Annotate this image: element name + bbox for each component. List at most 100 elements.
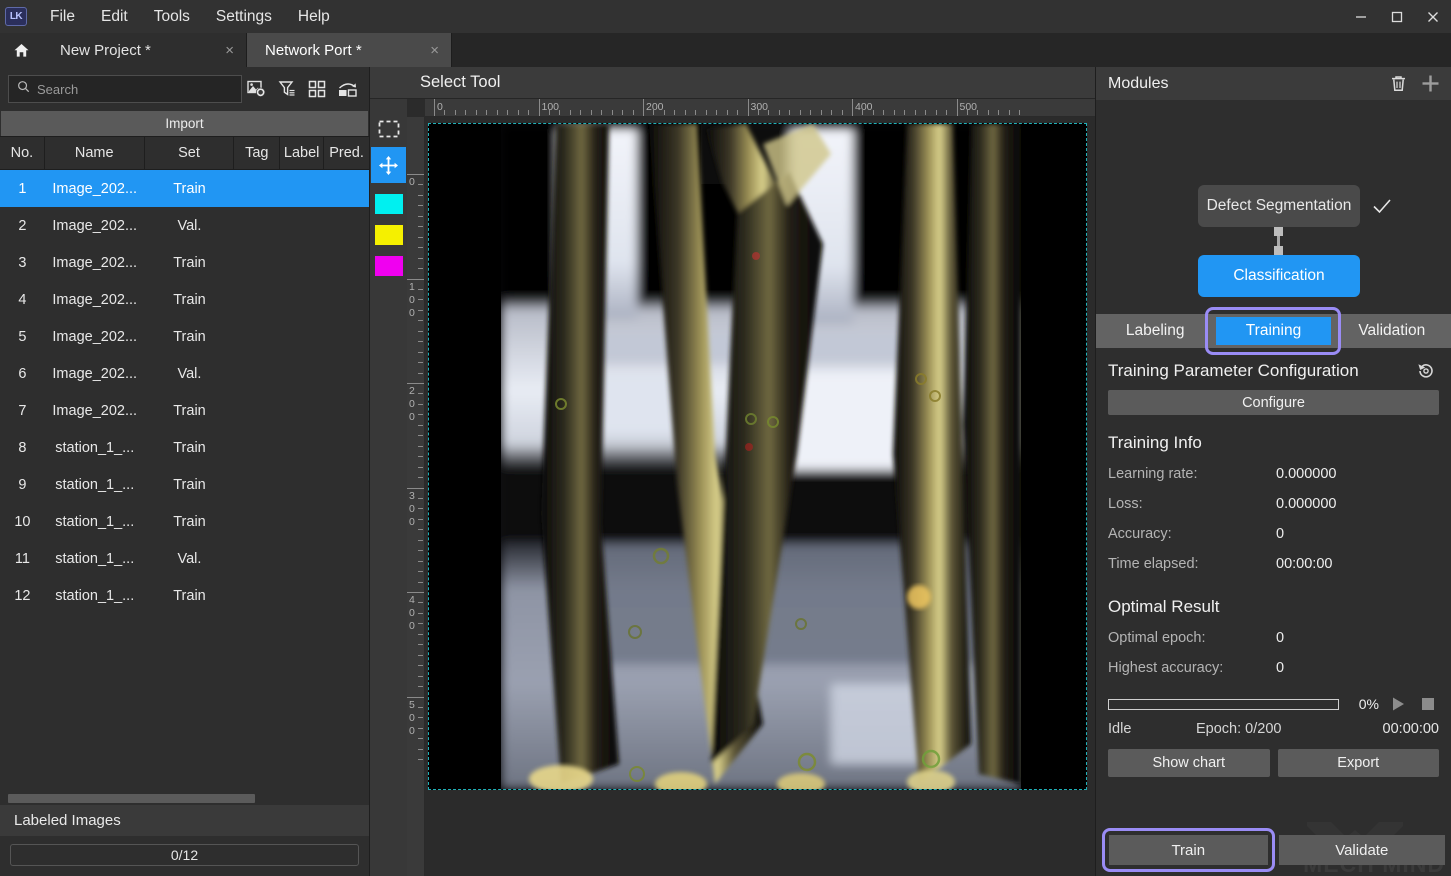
menu-bar: LK File Edit Tools Settings Help [0,0,1451,33]
move-icon[interactable] [371,147,406,183]
validate-button-wrapper: Validate [1278,828,1445,872]
tab-network-port[interactable]: Network Port * × [247,33,452,67]
color-swatch-yellow[interactable] [374,225,403,245]
image-selection-frame[interactable] [428,123,1087,790]
info-value: 00:00:00 [1276,556,1333,572]
left-table-hscrollbar[interactable] [0,791,369,805]
column-header-pred[interactable]: Pred. [324,137,369,169]
table-row[interactable]: 5 Image_202... Train [0,318,369,355]
ruler-tick [663,110,665,115]
left-panel: Import No. Name Set Tag Label Pred. 1 Ima… [0,67,370,876]
close-icon[interactable] [1415,0,1451,33]
grid-view-icon[interactable] [302,75,332,103]
scrollbar-thumb[interactable] [8,793,256,803]
configure-button[interactable]: Configure [1108,390,1439,415]
image-viewport[interactable] [425,117,1095,876]
ruler-tick [454,110,456,115]
search-input[interactable] [37,81,233,97]
ruler-tick [418,341,423,343]
tab-close-icon[interactable]: × [225,42,234,59]
column-header-no[interactable]: No. [0,137,45,169]
table-row[interactable]: 10 station_1_... Train [0,503,369,540]
ruler-tick [486,110,488,115]
module-node-classification[interactable]: Classification [1198,255,1360,297]
cell-no: 8 [18,439,27,456]
table-row[interactable]: 9 station_1_... Train [0,466,369,503]
cell-name: Image_202... [52,291,138,308]
ruler-tick [841,110,843,115]
cell-set: Val. [177,217,202,234]
tab-labeling[interactable]: Labeling [1096,314,1214,348]
column-header-set[interactable]: Set [145,137,235,169]
ruler-tick [418,403,423,405]
table-row[interactable]: 2 Image_202... Val. [0,207,369,244]
ruler-tick [418,581,423,583]
home-icon[interactable] [0,33,42,67]
modules-title: Modules [1108,74,1169,92]
history-reset-icon[interactable] [1413,358,1439,384]
show-chart-button[interactable]: Show chart [1108,749,1270,777]
scrollbar-track[interactable] [8,793,361,803]
color-swatch-magenta[interactable] [374,256,403,276]
cell-name: Image_202... [52,254,138,271]
table-row[interactable]: 3 Image_202... Train [0,244,369,281]
train-button[interactable]: Train [1109,835,1268,865]
column-header-label[interactable]: Label [280,137,325,169]
column-header-name[interactable]: Name [45,137,145,169]
import-button[interactable]: Import [1,111,368,136]
maximize-icon[interactable] [1379,0,1415,33]
ruler-tick [987,110,989,115]
table-row[interactable]: 8 station_1_... Train [0,429,369,466]
ruler-tick [418,518,423,520]
play-icon[interactable] [1387,693,1409,715]
compare-view-icon[interactable] [332,75,362,103]
cell-set: Train [173,402,206,419]
vertical-ruler: 0100200300400500 [407,117,425,876]
training-action-buttons: Show chart Export [1108,749,1439,777]
ruler-tick [418,529,423,531]
table-row[interactable]: 1 Image_202... Train [0,170,369,207]
ruler-label: 4 [409,594,415,606]
tab-validation[interactable]: Validation [1333,314,1451,348]
color-swatch-cyan[interactable] [374,194,403,214]
ruler-tick [418,205,423,207]
ruler-tick [418,393,423,395]
training-info-title: Training Info [1108,433,1202,452]
tab-close-icon[interactable]: × [430,42,439,59]
ruler-tick [418,268,423,270]
stop-icon[interactable] [1417,693,1439,715]
search-icon [17,80,30,98]
marquee-select-icon[interactable] [371,111,406,147]
table-row[interactable]: 11 station_1_... Val. [0,540,369,577]
export-button[interactable]: Export [1277,749,1439,777]
ruler-tick [418,445,423,447]
ruler-tick [601,110,603,115]
menu-tools[interactable]: Tools [141,4,203,30]
filter-icon[interactable] [272,75,302,103]
validate-button[interactable]: Validate [1278,835,1445,865]
modules-header-actions [1385,71,1443,97]
menu-help[interactable]: Help [285,4,343,30]
menu-settings[interactable]: Settings [203,4,285,30]
column-header-tag[interactable]: Tag [234,137,281,169]
plus-icon[interactable] [1417,71,1443,97]
table-row[interactable]: 4 Image_202... Train [0,281,369,318]
tab-new-project[interactable]: New Project * × [42,33,247,67]
tab-training-label: Training [1215,317,1331,345]
ruler-tick [893,110,895,115]
table-row[interactable]: 7 Image_202... Train [0,392,369,429]
cell-name: Image_202... [52,217,138,234]
menu-edit[interactable]: Edit [88,4,141,30]
image-settings-icon[interactable] [242,75,272,103]
trash-icon[interactable] [1385,71,1411,97]
ruler-tick [434,99,435,116]
table-row[interactable]: 12 station_1_... Train [0,577,369,614]
search-box[interactable] [8,75,242,103]
minimize-icon[interactable] [1343,0,1379,33]
ruler-tick [465,110,467,115]
module-node-defect-segmentation[interactable]: Defect Segmentation [1198,185,1360,227]
table-row[interactable]: 6 Image_202... Val. [0,355,369,392]
menu-file[interactable]: File [37,4,88,30]
tab-training[interactable]: Training [1205,307,1342,355]
ruler-tick [418,466,423,468]
